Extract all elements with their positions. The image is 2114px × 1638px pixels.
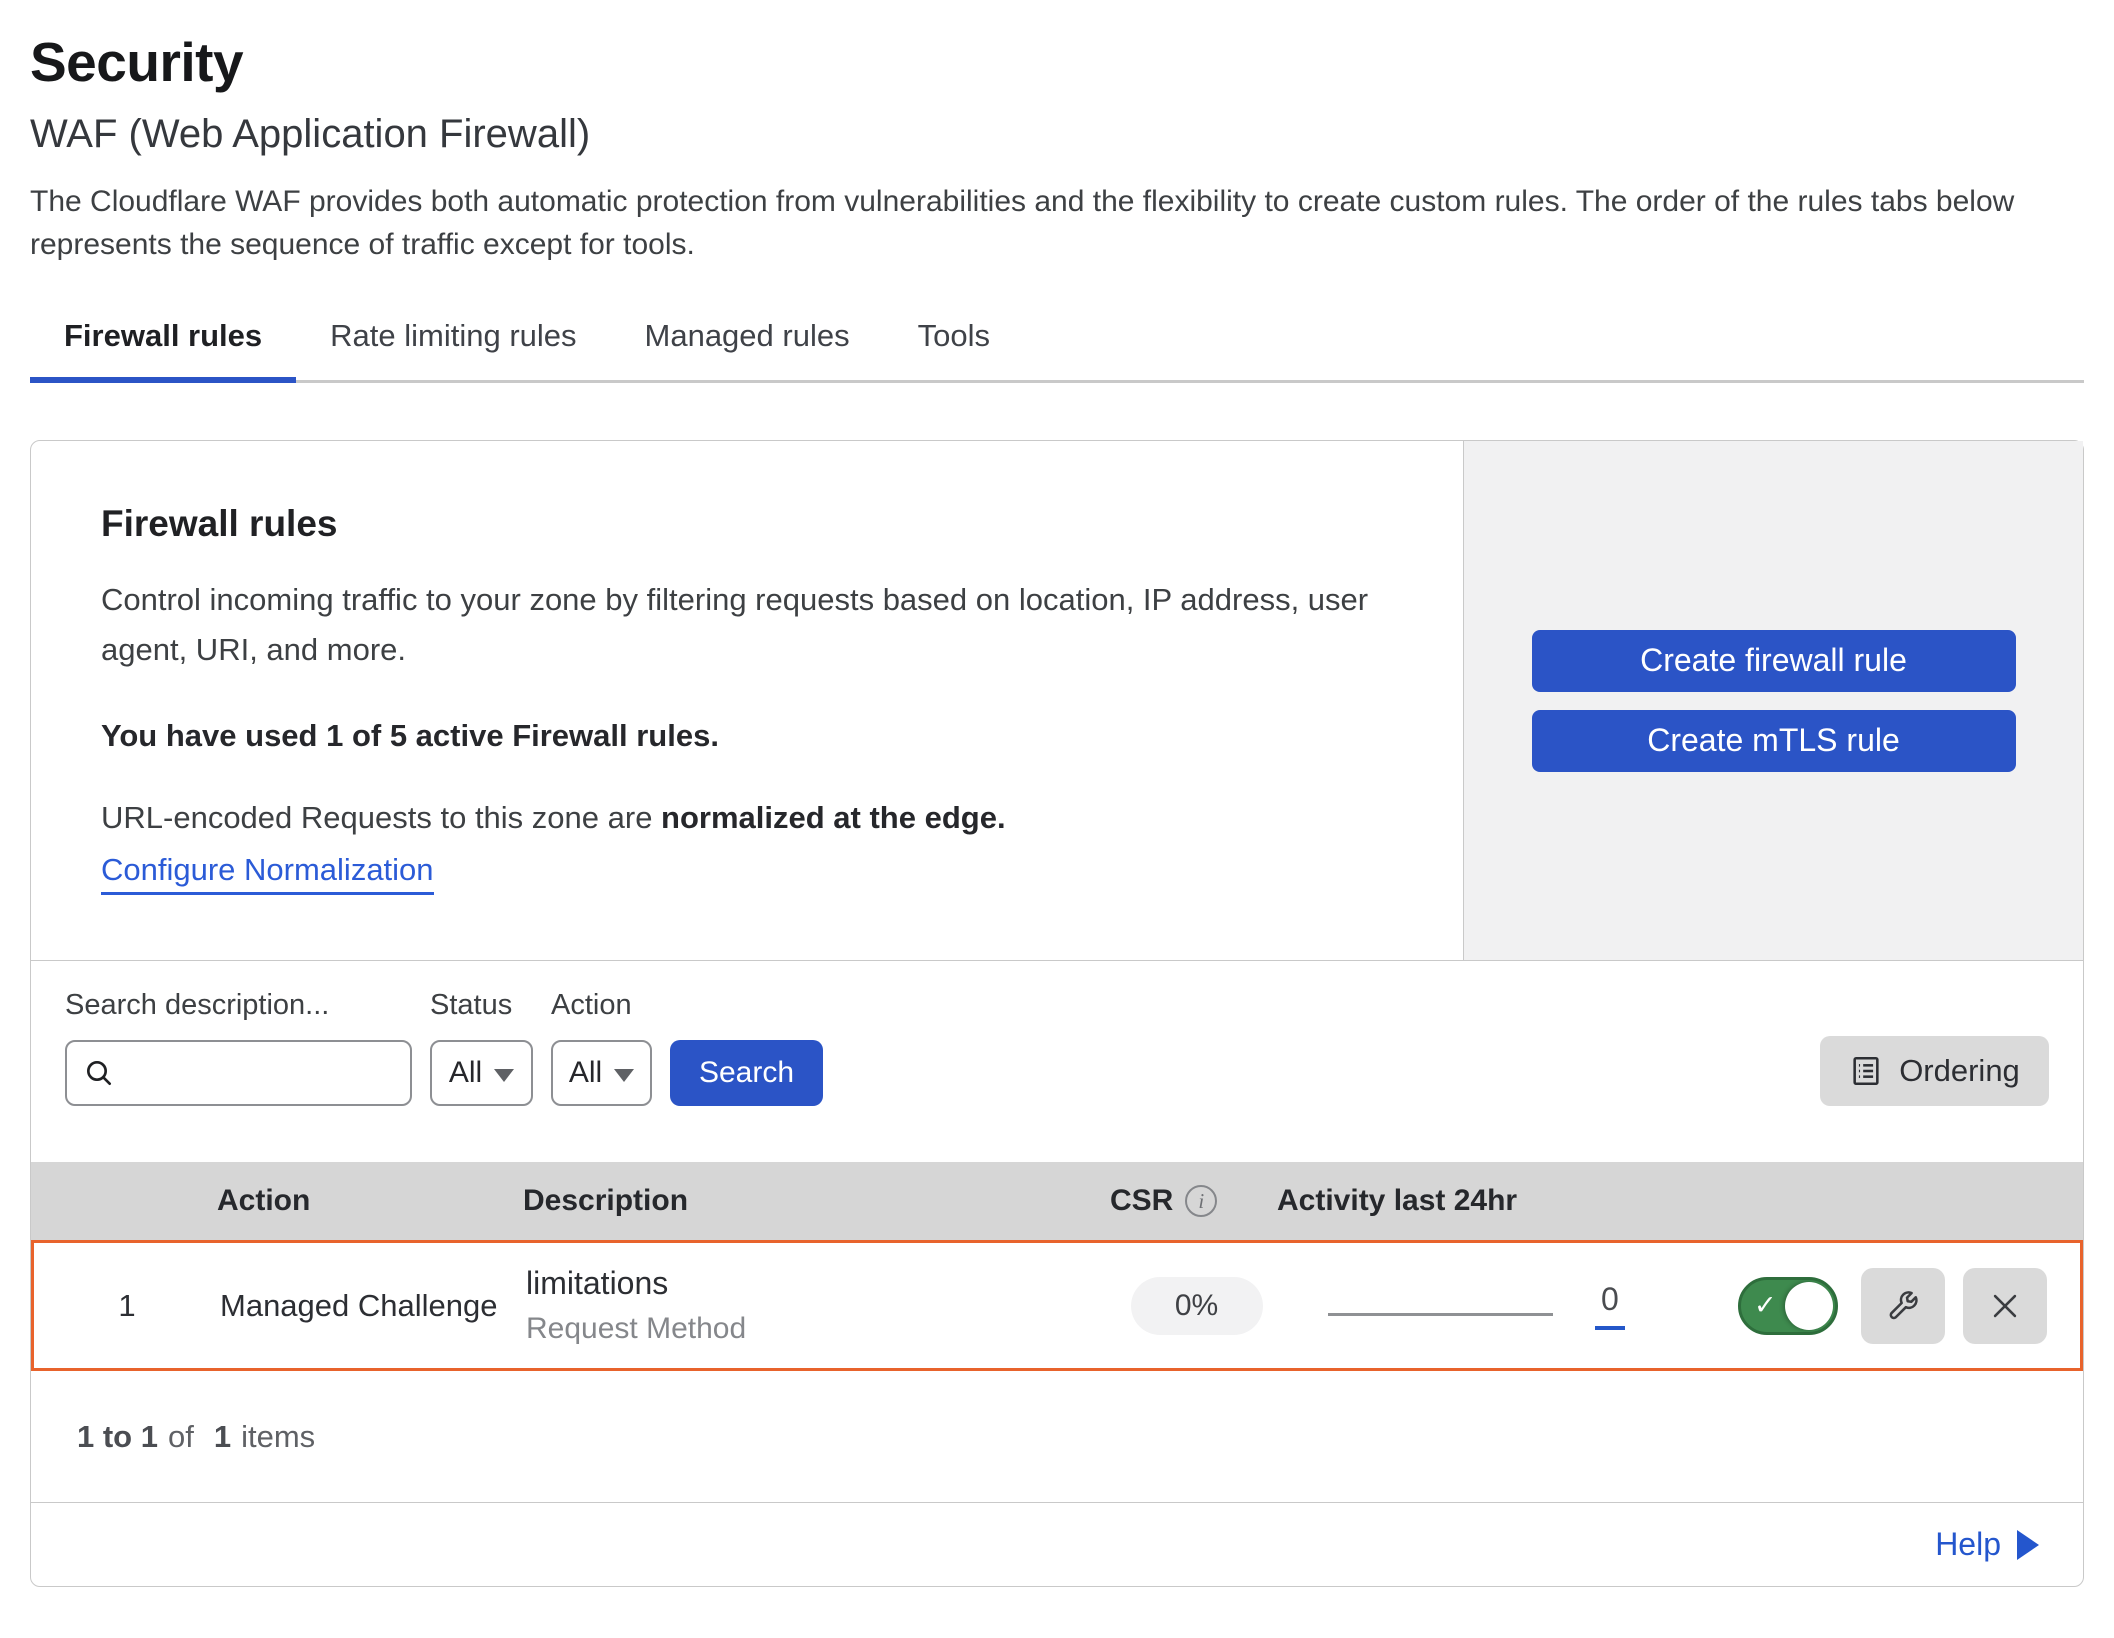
activity-sparkline bbox=[1328, 1313, 1553, 1316]
search-input-wrapper bbox=[65, 1040, 412, 1106]
of-label: of bbox=[168, 1419, 194, 1455]
header-csr: CSR i bbox=[1110, 1184, 1277, 1218]
normalization-text: URL-encoded Requests to this zone are bbox=[101, 800, 661, 835]
card-heading: Firewall rules bbox=[101, 503, 1393, 545]
waf-tabs: Firewall rules Rate limiting rules Manag… bbox=[30, 312, 2084, 383]
header-activity: Activity last 24hr bbox=[1277, 1184, 1735, 1218]
status-dropdown-value: All bbox=[449, 1056, 482, 1090]
action-filter-group: Action All bbox=[551, 989, 652, 1106]
pagination-summary: 1 to 1 of 1 items bbox=[31, 1371, 2083, 1502]
check-icon: ✓ bbox=[1754, 1290, 1777, 1321]
chevron-down-icon bbox=[614, 1069, 634, 1082]
help-link[interactable]: Help bbox=[1935, 1526, 2039, 1563]
rule-csr-cell: 0% bbox=[1113, 1277, 1280, 1335]
rule-description-sub: Request Method bbox=[526, 1312, 1113, 1346]
create-actions-panel: Create firewall rule Create mTLS rule bbox=[1463, 441, 2083, 960]
rule-enabled-toggle[interactable]: ✓ bbox=[1738, 1277, 1838, 1335]
search-input[interactable] bbox=[127, 1057, 394, 1089]
items-range: 1 to 1 bbox=[77, 1419, 158, 1455]
search-icon bbox=[83, 1057, 115, 1089]
firewall-rules-card: Firewall rules Control incoming traffic … bbox=[30, 440, 2084, 1587]
csr-info-icon[interactable]: i bbox=[1185, 1185, 1217, 1217]
rule-activity-cell: 0 bbox=[1280, 1281, 1738, 1330]
rule-toggle-cell: ✓ bbox=[1738, 1277, 1861, 1335]
search-button[interactable]: Search bbox=[670, 1040, 823, 1106]
ordering-button-label: Ordering bbox=[1899, 1053, 2020, 1089]
page-description: The Cloudflare WAF provides both automat… bbox=[30, 181, 2084, 266]
usage-summary: You have used 1 of 5 active Firewall rul… bbox=[101, 718, 1393, 754]
header-action: Action bbox=[217, 1184, 523, 1218]
delete-rule-button[interactable] bbox=[1963, 1268, 2047, 1344]
rule-description: limitations bbox=[526, 1265, 1113, 1302]
tab-tools[interactable]: Tools bbox=[884, 312, 1024, 380]
page-subtitle: WAF (Web Application Firewall) bbox=[30, 112, 2084, 157]
search-label: Search description... bbox=[65, 989, 412, 1022]
create-mtls-rule-button[interactable]: Create mTLS rule bbox=[1532, 710, 2016, 772]
tab-managed-rules[interactable]: Managed rules bbox=[611, 312, 884, 380]
rule-priority: 1 bbox=[34, 1288, 220, 1324]
help-row: Help bbox=[31, 1502, 2083, 1586]
normalization-note: URL-encoded Requests to this zone are no… bbox=[101, 800, 1393, 836]
page-title: Security bbox=[30, 30, 2084, 94]
action-dropdown-value: All bbox=[569, 1056, 602, 1090]
table-row: 1 Managed Challenge limitations Request … bbox=[31, 1240, 2083, 1371]
status-filter-group: Status All bbox=[430, 989, 533, 1106]
wrench-icon bbox=[1885, 1288, 1921, 1324]
rules-table-header: Action Description CSR i Activity last 2… bbox=[31, 1162, 2083, 1240]
action-label: Action bbox=[551, 989, 652, 1022]
action-dropdown[interactable]: All bbox=[551, 1040, 652, 1106]
close-icon bbox=[1988, 1289, 2022, 1323]
ordering-button[interactable]: Ordering bbox=[1820, 1036, 2049, 1106]
filter-toolbar: Search description... Status All Action … bbox=[31, 960, 2083, 1162]
header-description: Description bbox=[523, 1184, 1110, 1218]
toggle-knob bbox=[1785, 1282, 1833, 1330]
chevron-down-icon bbox=[494, 1069, 514, 1082]
rule-edit-cell bbox=[1861, 1268, 1963, 1344]
create-firewall-rule-button[interactable]: Create firewall rule bbox=[1532, 630, 2016, 692]
help-link-label: Help bbox=[1935, 1526, 2001, 1563]
normalization-bold-text: normalized at the edge. bbox=[661, 800, 1006, 835]
rule-description-cell: limitations Request Method bbox=[526, 1265, 1113, 1346]
status-label: Status bbox=[430, 989, 533, 1022]
items-label: items bbox=[241, 1419, 315, 1455]
csr-badge: 0% bbox=[1131, 1277, 1263, 1335]
firewall-rules-info: Firewall rules Control incoming traffic … bbox=[31, 441, 1463, 960]
edit-rule-button[interactable] bbox=[1861, 1268, 1945, 1344]
card-top-section: Firewall rules Control incoming traffic … bbox=[31, 441, 2083, 960]
card-description: Control incoming traffic to your zone by… bbox=[101, 575, 1393, 674]
rule-delete-cell bbox=[1963, 1268, 2080, 1344]
activity-count-link[interactable]: 0 bbox=[1595, 1281, 1625, 1330]
status-dropdown[interactable]: All bbox=[430, 1040, 533, 1106]
ordering-list-icon bbox=[1849, 1054, 1883, 1088]
search-group: Search description... bbox=[65, 989, 412, 1106]
configure-normalization-link[interactable]: Configure Normalization bbox=[101, 852, 434, 895]
tab-firewall-rules[interactable]: Firewall rules bbox=[30, 312, 296, 380]
items-total: 1 bbox=[214, 1419, 231, 1455]
help-arrow-icon bbox=[2017, 1530, 2039, 1560]
tab-rate-limiting-rules[interactable]: Rate limiting rules bbox=[296, 312, 610, 380]
rule-action: Managed Challenge bbox=[220, 1288, 526, 1324]
